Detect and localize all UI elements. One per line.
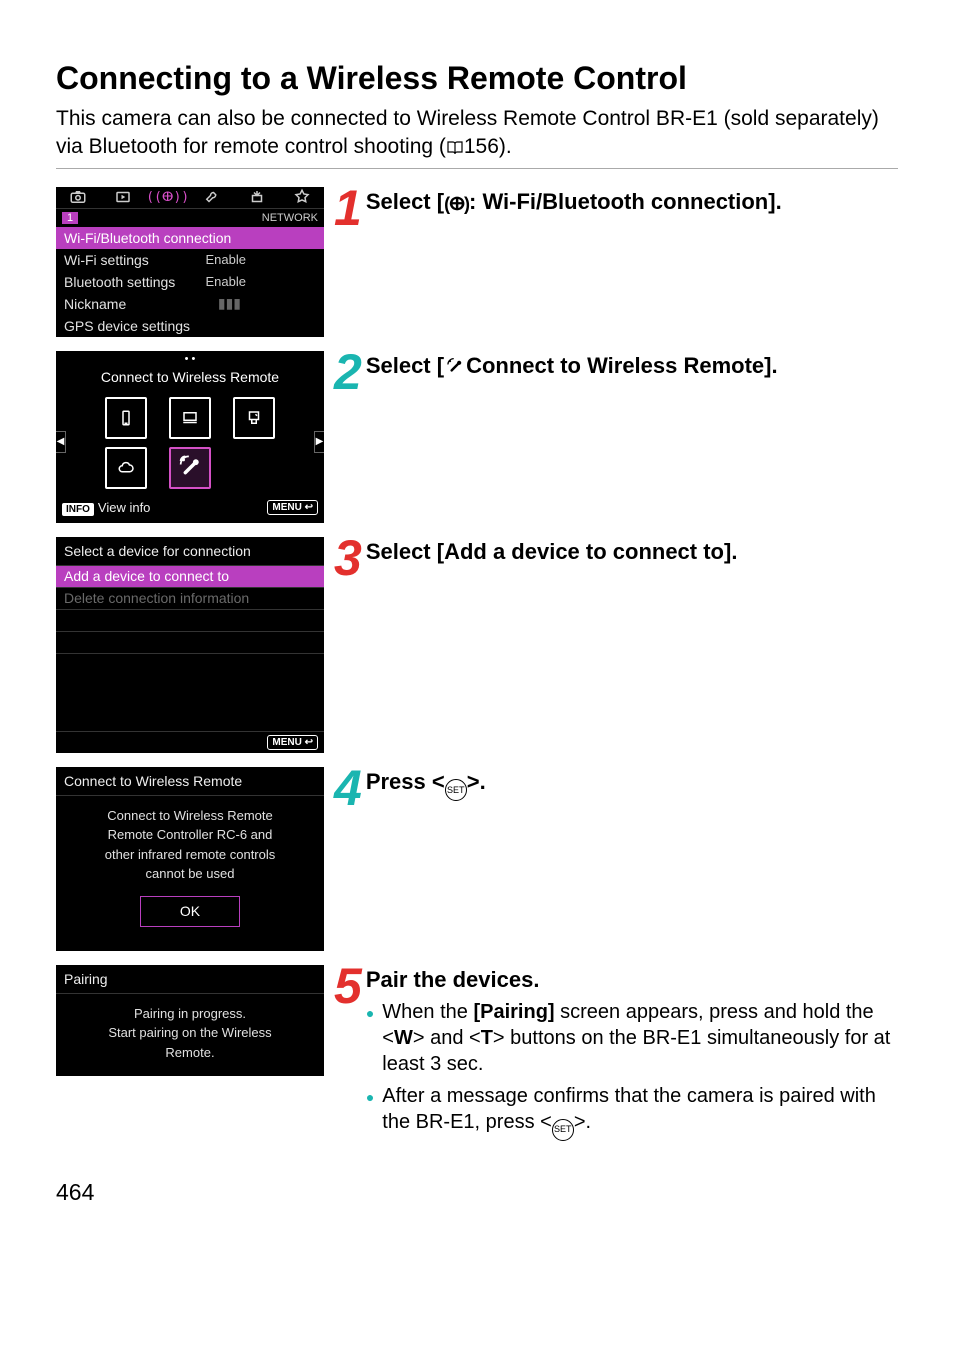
panel4-line2: Remote Controller RC-6 and [68, 825, 312, 845]
empty-row [56, 653, 324, 675]
menu-item-add-device[interactable]: Add a device to connect to [56, 565, 324, 587]
page-dots: • • [56, 351, 324, 367]
subtab-1: 1 [62, 212, 78, 224]
book-icon [446, 140, 464, 156]
step5-bullet-2: After a message confirms that the camera… [366, 1083, 898, 1141]
set-button-icon: SET [445, 779, 467, 801]
menu-item-gps[interactable]: GPS device settings [56, 315, 324, 337]
tab-play-icon [101, 187, 146, 208]
tab-wrench-icon [190, 187, 235, 208]
empty-row [56, 631, 324, 653]
step-3-text: Select [Add a device to connect to]. [366, 537, 738, 565]
menu-back-button[interactable]: MENU ↩ [267, 500, 318, 515]
device-remote-icon[interactable] [169, 447, 211, 489]
step-number-1: 1 [334, 187, 360, 230]
empty-row [56, 609, 324, 631]
screenshot-2: • • Connect to Wireless Remote ◀ ▶ INFOV… [56, 351, 324, 523]
panel5-line2: Start pairing on the Wireless [68, 1023, 312, 1043]
panel4-head: Connect to Wireless Remote [56, 767, 324, 795]
panel4-line3: other infrared remote controls [68, 845, 312, 865]
panel2-title: Connect to Wireless Remote [56, 367, 324, 391]
device-cloud-icon[interactable] [105, 447, 147, 489]
step-2-text: Select [Connect to Wireless Remote]. [366, 351, 778, 379]
screenshot-5: Pairing Pairing in progress. Start pairi… [56, 965, 324, 1077]
panel4-line4: cannot be used [68, 864, 312, 884]
page-title: Connecting to a Wireless Remote Control [56, 60, 898, 97]
step-number-3: 3 [334, 537, 360, 580]
menu-back-button[interactable]: MENU ↩ [267, 735, 318, 750]
tab-custom-icon [235, 187, 280, 208]
device-printer-icon[interactable] [233, 397, 275, 439]
step-number-2: 2 [334, 351, 360, 394]
step-5-text: Pair the devices. When the [Pairing] scr… [366, 965, 898, 1147]
device-computer-icon[interactable] [169, 397, 211, 439]
menu-item-nickname[interactable]: Nickname▮▮▮ [56, 293, 324, 315]
panel5-head: Pairing [56, 965, 324, 993]
panel5-line3: Remote. [68, 1043, 312, 1063]
step5-bullet-1: When the [Pairing] screen appears, press… [366, 999, 898, 1077]
step-number-4: 4 [334, 767, 360, 810]
page-number: 464 [56, 1179, 898, 1206]
screenshot-1: ((ⴲ)) 1 NETWORK Wi-Fi/Bluetooth connecti… [56, 187, 324, 337]
remote-icon [444, 357, 466, 377]
antenna-icon: (ⴲ) [444, 194, 469, 216]
step-4-text: Press <SET>. [366, 767, 486, 801]
panel4-line1: Connect to Wireless Remote [68, 806, 312, 826]
set-button-icon: SET [552, 1119, 574, 1141]
menu-item-wifi-settings[interactable]: Wi-Fi settingsEnable [56, 249, 324, 271]
info-button[interactable]: INFOView info [62, 500, 150, 516]
step-number-5: 5 [334, 965, 360, 1008]
intro-text: This camera can also be connected to Wir… [56, 105, 898, 162]
screenshot-4: Connect to Wireless Remote Connect to Wi… [56, 767, 324, 951]
step-1-text: Select [(ⴲ): Wi-Fi/Bluetooth connection]… [366, 187, 782, 216]
tab-star-icon [279, 187, 324, 208]
panel5-line1: Pairing in progress. [68, 1004, 312, 1024]
network-label: NETWORK [262, 212, 318, 224]
nav-left-icon[interactable]: ◀ [56, 431, 66, 453]
ok-button[interactable]: OK [140, 896, 240, 927]
menu-item-wifi-bt-connection[interactable]: Wi-Fi/Bluetooth connection [56, 227, 324, 249]
device-smartphone-icon[interactable] [105, 397, 147, 439]
menu-item-bluetooth-settings[interactable]: Bluetooth settingsEnable [56, 271, 324, 293]
panel3-head: Select a device for connection [56, 537, 324, 565]
screenshot-3: Select a device for connection Add a dev… [56, 537, 324, 753]
tab-wireless-icon: ((ⴲ)) [145, 187, 190, 208]
tab-camera-icon [56, 187, 101, 208]
menu-item-delete-info: Delete connection information [56, 587, 324, 609]
nav-right-icon[interactable]: ▶ [314, 431, 324, 453]
